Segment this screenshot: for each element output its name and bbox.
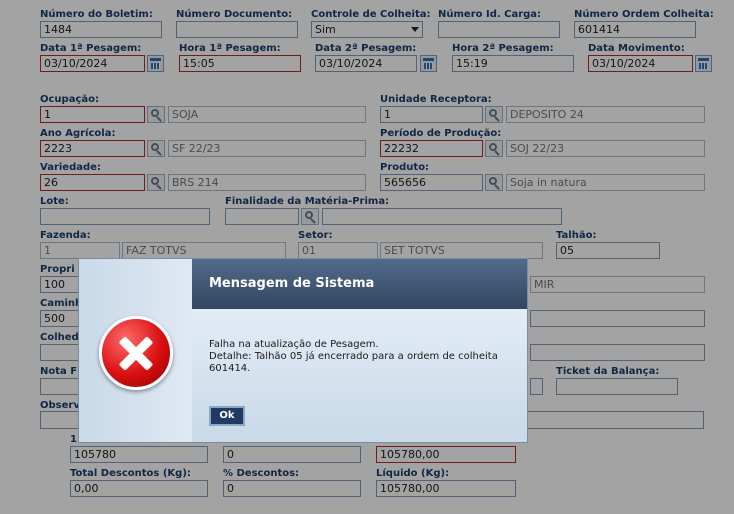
- ok-button[interactable]: Ok: [209, 406, 245, 426]
- dialog-message-line: Falha na atualização de Pesagem.: [209, 339, 379, 350]
- dialog-message: Falha na atualização de Pesagem. Detalhe…: [209, 339, 509, 375]
- system-message-dialog: Mensagem de Sistema Falha na atualização…: [78, 258, 528, 443]
- dialog-icon-panel: [79, 259, 192, 442]
- error-icon: [99, 316, 173, 390]
- dialog-body: Falha na atualização de Pesagem. Detalhe…: [192, 309, 527, 442]
- dialog-message-line: Detalhe: Talhão 05 já encerrado para a o…: [209, 351, 498, 362]
- dialog-message-line: 601414.: [209, 363, 251, 374]
- dialog-title: Mensagem de Sistema: [192, 259, 527, 309]
